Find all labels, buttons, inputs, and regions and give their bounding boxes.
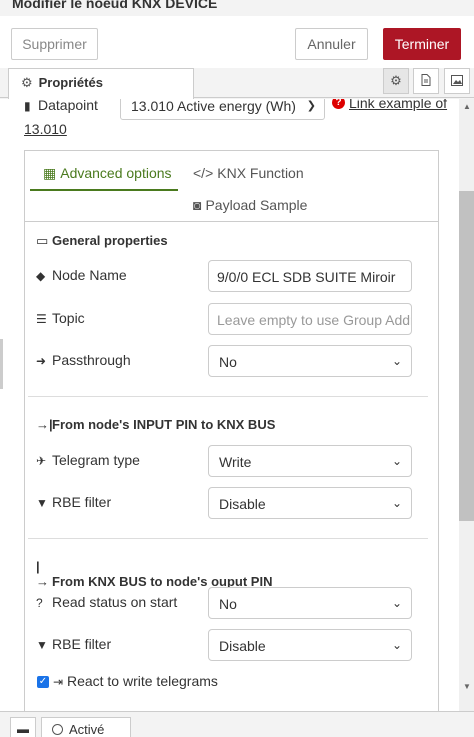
datapoint-example-link[interactable]: Link example of bbox=[349, 99, 447, 111]
tag-icon: ◆ bbox=[36, 269, 46, 283]
chevron-down-icon: ⌄ bbox=[391, 596, 402, 610]
active-tab-indicator bbox=[30, 189, 178, 191]
book-icon: ▬ bbox=[17, 722, 29, 736]
tab-advanced-options[interactable]: ▦ Advanced options bbox=[43, 165, 172, 182]
telegram-type-label: ✈ Telegram type bbox=[36, 452, 140, 468]
read-status-select[interactable]: No ⌄ bbox=[208, 587, 412, 619]
react-write-checkbox[interactable]: ✓ bbox=[37, 676, 49, 688]
description-tab-button[interactable] bbox=[413, 68, 439, 94]
tab-properties-label: Propriétés bbox=[38, 75, 103, 90]
action-bar: Supprimer Annuler Terminer bbox=[0, 16, 474, 68]
section-divider bbox=[28, 396, 428, 397]
datapoint-label: ▮ Datapoint bbox=[24, 99, 98, 113]
output-pin-title: |→ From KNX BUS to node's ouput PIN bbox=[36, 559, 273, 589]
tasks-icon: ☰ bbox=[36, 312, 47, 326]
scroll-down-arrow-icon[interactable]: ▼ bbox=[463, 682, 471, 691]
delete-button[interactable]: Supprimer bbox=[11, 28, 98, 60]
options-box: ▦ Advanced options </> KNX Function ◙ Paylo… bbox=[24, 150, 439, 711]
paper-plane-icon: ✈ bbox=[36, 454, 47, 468]
node-name-label: ◆ Node Name bbox=[36, 267, 127, 283]
passthrough-label: ➜ Passthrough bbox=[36, 352, 131, 368]
output-rbe-filter-select[interactable]: Disable ⌄ bbox=[208, 629, 412, 661]
chevron-down-icon: ⌄ bbox=[391, 454, 402, 468]
filter-icon: ▼ bbox=[36, 496, 48, 510]
arrow-to-bar-icon: →| bbox=[36, 417, 53, 432]
book-button[interactable]: ▬ bbox=[10, 717, 36, 737]
topic-input[interactable]: Leave empty to use Group Address bbox=[208, 303, 412, 335]
bar-to-arrow-icon: |→ bbox=[36, 559, 49, 589]
properties-panel: ▲ ▼ ▮ Datapoint 13.010 Active energy (Wh)… bbox=[0, 99, 474, 711]
tabs-bar: ⚙ Propriétés ⚙ bbox=[0, 68, 474, 99]
sign-in-icon: ⇥ bbox=[53, 675, 64, 689]
chevron-down-icon: ⌄ bbox=[391, 638, 402, 652]
filter-icon: ▼ bbox=[36, 638, 48, 652]
circle-icon bbox=[52, 724, 63, 735]
section-divider bbox=[28, 538, 428, 539]
scrollbar-thumb[interactable] bbox=[459, 191, 474, 521]
question-circle-icon: ? bbox=[36, 596, 43, 610]
general-properties-title: ▭ General properties bbox=[36, 233, 168, 248]
window-title: Modifier le noeud KNX DEVICE bbox=[12, 0, 218, 11]
monitor-icon: ▭ bbox=[36, 233, 49, 248]
tab-properties[interactable]: ⚙ Propriétés bbox=[8, 68, 194, 99]
enabled-toggle[interactable]: Activé bbox=[41, 717, 131, 737]
tag-icon: ▮ bbox=[24, 99, 31, 113]
input-rbe-filter-select[interactable]: Disable ⌄ bbox=[208, 487, 412, 519]
read-status-label: ? Read status on start bbox=[36, 594, 178, 610]
cancel-button[interactable]: Annuler bbox=[295, 28, 368, 60]
topic-label: ☰ Topic bbox=[36, 310, 85, 326]
settings-tab-button[interactable]: ⚙ bbox=[383, 68, 409, 94]
telegram-type-select[interactable]: Write ⌄ bbox=[208, 445, 412, 477]
camera-icon: ◙ bbox=[193, 197, 202, 213]
scroll-up-arrow-icon[interactable]: ▲ bbox=[463, 102, 471, 111]
window-title-bar: Modifier le noeud KNX DEVICE bbox=[0, 0, 474, 16]
tab-payload-sample[interactable]: ◙ Payload Sample bbox=[193, 197, 307, 213]
footer-bar: ▬ Activé bbox=[0, 711, 474, 737]
file-text-icon bbox=[421, 74, 431, 86]
question-icon: ? bbox=[332, 99, 345, 109]
grid-icon: ▦ bbox=[43, 165, 57, 181]
passthrough-select[interactable]: No ⌄ bbox=[208, 345, 412, 377]
tabs-divider bbox=[25, 221, 438, 222]
output-rbe-filter-label: ▼ RBE filter bbox=[36, 636, 112, 652]
chevron-down-icon: ⌄ bbox=[391, 496, 402, 510]
arrow-right-icon: ➜ bbox=[36, 354, 47, 368]
input-pin-title: →|From node's INPUT PIN to KNX BUS bbox=[36, 417, 276, 432]
node-name-input[interactable]: 9/0/0 ECL SDB SUITE Miroir bbox=[208, 260, 412, 292]
datapoint-example-link-cont[interactable]: 13.010 bbox=[24, 121, 67, 137]
tab-knx-function[interactable]: </> KNX Function bbox=[193, 165, 304, 181]
gear-icon: ⚙ bbox=[390, 73, 402, 88]
gear-icon: ⚙ bbox=[21, 75, 33, 90]
resize-handle[interactable] bbox=[0, 339, 3, 389]
chevron-down-icon: ❯ bbox=[306, 100, 316, 112]
done-button[interactable]: Terminer bbox=[383, 28, 461, 60]
picture-icon bbox=[451, 75, 463, 86]
appearance-tab-button[interactable] bbox=[444, 68, 470, 94]
react-write-label: ⇥ React to write telegrams bbox=[53, 673, 218, 689]
datapoint-select[interactable]: 13.010 Active energy (Wh) ❯ bbox=[120, 99, 325, 120]
chevron-down-icon: ⌄ bbox=[391, 354, 402, 368]
input-rbe-filter-label: ▼ RBE filter bbox=[36, 494, 112, 510]
code-icon: </> bbox=[193, 165, 214, 181]
